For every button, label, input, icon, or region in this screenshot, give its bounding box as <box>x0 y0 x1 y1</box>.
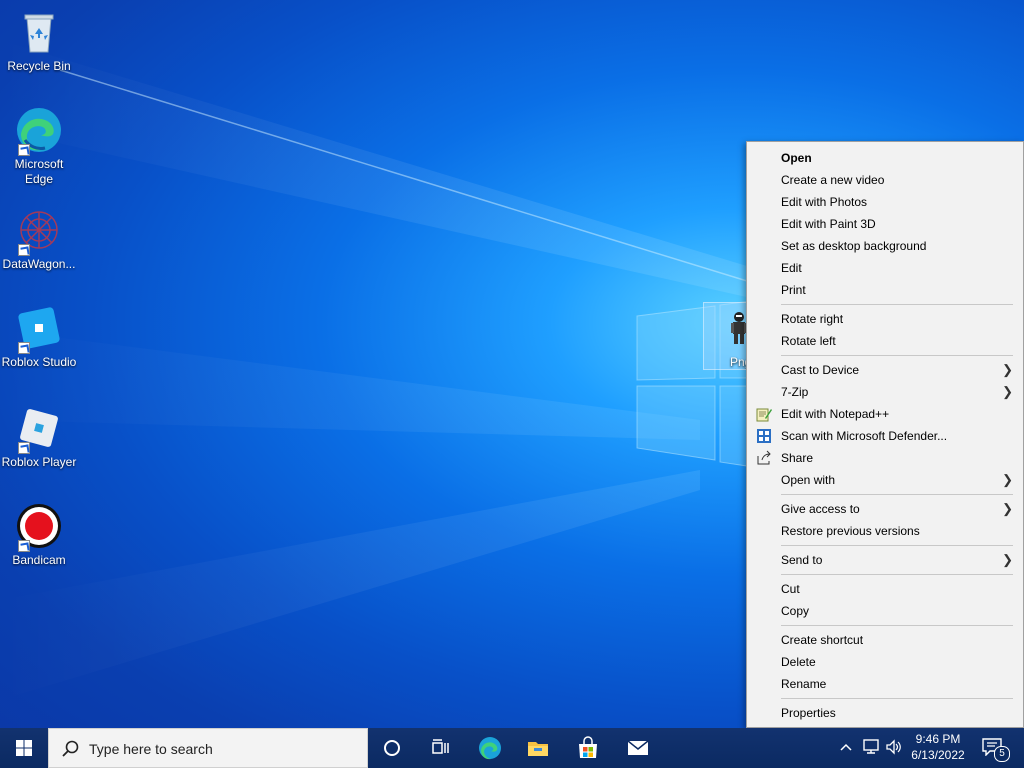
cortana-circle-icon <box>384 740 400 756</box>
task-view-icon <box>432 739 449 754</box>
menu-separator <box>781 304 1013 305</box>
menu-item-edit-with-notepad-plus-plus[interactable]: Edit with Notepad++ <box>747 403 1023 425</box>
show-hidden-icons-button[interactable] <box>836 728 856 768</box>
menu-item-send-to[interactable]: Send to ❯ <box>747 549 1023 571</box>
shortcut-arrow-icon <box>18 244 30 256</box>
start-button[interactable] <box>0 728 48 768</box>
menu-separator <box>781 545 1013 546</box>
menu-item-share[interactable]: Share <box>747 447 1023 469</box>
desktop-file-selected[interactable]: Png <box>703 302 749 370</box>
menu-item-give-access-to[interactable]: Give access to ❯ <box>747 498 1023 520</box>
menu-item-cut[interactable]: Cut <box>747 578 1023 600</box>
taskbar-store-button[interactable] <box>564 728 612 768</box>
menu-item-edit[interactable]: Edit <box>747 257 1023 279</box>
shortcut-arrow-icon <box>18 144 30 156</box>
edge-icon <box>15 106 63 156</box>
store-icon <box>579 736 597 758</box>
menu-item-delete[interactable]: Delete <box>747 651 1023 673</box>
menu-item-edit-with-paint-3d[interactable]: Edit with Paint 3D <box>747 213 1023 235</box>
shortcut-arrow-icon <box>18 342 30 354</box>
taskbar-mail-button[interactable] <box>614 728 662 768</box>
taskbar: Type here to search 9:46 PM 6/13/2022 5 <box>0 728 1024 768</box>
menu-item-copy[interactable]: Copy <box>747 600 1023 622</box>
desktop-icon-bandicam[interactable]: Bandicam <box>0 502 78 568</box>
menu-item-print[interactable]: Print <box>747 279 1023 301</box>
datawagon-icon <box>15 206 63 256</box>
menu-separator <box>781 698 1013 699</box>
taskbar-clock[interactable]: 9:46 PM 6/13/2022 <box>898 731 978 763</box>
desktop-icon-microsoft-edge[interactable]: Microsoft Edge <box>0 106 78 187</box>
roblox-player-icon <box>15 404 63 454</box>
menu-item-7-zip[interactable]: 7-Zip ❯ <box>747 381 1023 403</box>
menu-item-open[interactable]: Open <box>747 147 1023 169</box>
taskbar-edge-button[interactable] <box>466 728 514 768</box>
chevron-right-icon: ❯ <box>1002 384 1013 399</box>
menu-item-properties[interactable]: Properties <box>747 702 1023 724</box>
menu-item-open-with[interactable]: Open with ❯ <box>747 469 1023 491</box>
menu-item-restore-previous-versions[interactable]: Restore previous versions <box>747 520 1023 542</box>
search-placeholder: Type here to search <box>89 741 213 757</box>
chevron-right-icon: ❯ <box>1002 552 1013 567</box>
menu-item-create-shortcut[interactable]: Create shortcut <box>747 629 1023 651</box>
defender-icon <box>757 429 771 443</box>
recycle-bin-icon <box>15 8 63 56</box>
notification-count-badge: 5 <box>994 746 1010 762</box>
network-icon <box>863 739 879 754</box>
desktop-icon-roblox-player[interactable]: Roblox Player <box>0 404 78 470</box>
chevron-up-icon <box>840 743 852 751</box>
share-icon <box>757 450 771 465</box>
menu-item-rotate-left[interactable]: Rotate left <box>747 330 1023 352</box>
network-button[interactable] <box>860 728 882 768</box>
desktop-icon-roblox-studio[interactable]: Roblox Studio <box>0 304 78 370</box>
desktop-icon-recycle-bin[interactable]: Recycle Bin <box>0 8 78 74</box>
chevron-right-icon: ❯ <box>1002 472 1013 487</box>
search-icon <box>62 740 79 757</box>
taskbar-file-explorer-button[interactable] <box>514 728 562 768</box>
menu-separator <box>781 625 1013 626</box>
menu-item-create-new-video[interactable]: Create a new video <box>747 169 1023 191</box>
context-menu: Open Create a new video Edit with Photos… <box>746 141 1024 728</box>
menu-item-cast-to-device[interactable]: Cast to Device ❯ <box>747 359 1023 381</box>
menu-separator <box>781 355 1013 356</box>
windows-start-icon <box>16 740 32 756</box>
menu-separator <box>781 494 1013 495</box>
task-view-button[interactable] <box>416 728 464 768</box>
desktop-icon-datawagon[interactable]: DataWagon... <box>0 206 78 272</box>
edge-icon <box>479 737 501 760</box>
roblox-studio-icon <box>15 304 63 354</box>
chevron-right-icon: ❯ <box>1002 362 1013 377</box>
shortcut-arrow-icon <box>18 540 30 552</box>
taskbar-search-box[interactable]: Type here to search <box>48 728 368 768</box>
notepad-plus-icon <box>756 408 772 422</box>
chevron-right-icon: ❯ <box>1002 501 1013 516</box>
menu-item-rotate-right[interactable]: Rotate right <box>747 308 1023 330</box>
shortcut-arrow-icon <box>18 442 30 454</box>
bandicam-icon <box>15 502 63 552</box>
menu-item-scan-with-defender[interactable]: Scan with Microsoft Defender... <box>747 425 1023 447</box>
menu-item-set-desktop-background[interactable]: Set as desktop background <box>747 235 1023 257</box>
menu-item-edit-with-photos[interactable]: Edit with Photos <box>747 191 1023 213</box>
folder-icon <box>528 742 548 756</box>
mail-icon <box>627 740 649 755</box>
cortana-button[interactable] <box>368 728 416 768</box>
menu-item-rename[interactable]: Rename <box>747 673 1023 695</box>
action-center-button[interactable]: 5 <box>980 736 1010 762</box>
clock-date: 6/13/2022 <box>911 748 965 762</box>
menu-separator <box>781 574 1013 575</box>
clock-time: 9:46 PM <box>915 732 961 746</box>
